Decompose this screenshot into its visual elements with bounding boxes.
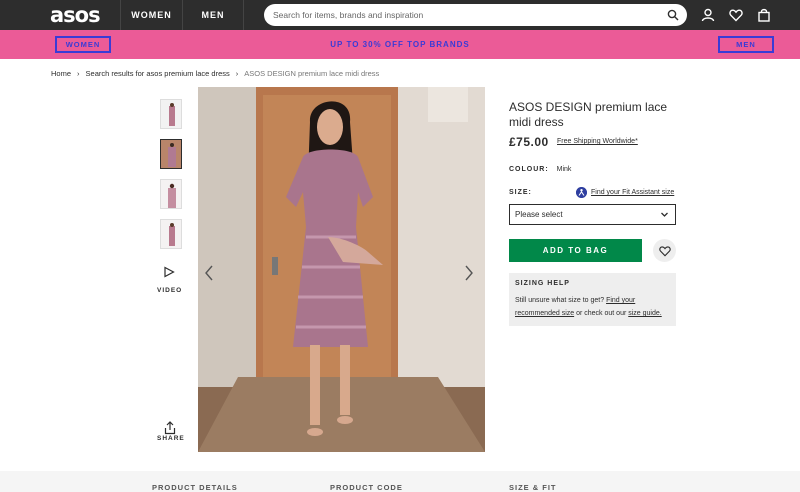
colour-value: Mink (556, 166, 572, 173)
thumbnail-4[interactable] (160, 219, 182, 249)
shipping-link[interactable]: Free Shipping Worldwide* (557, 138, 638, 145)
sizing-help-text: or check out our (576, 310, 627, 317)
breadcrumb-home[interactable]: Home (51, 69, 71, 78)
breadcrumb-current: ASOS DESIGN premium lace midi dress (244, 69, 380, 78)
top-nav: asos WOMEN MEN Search for items, brands … (0, 0, 800, 30)
sizing-help-title: SIZING HELP (515, 280, 570, 287)
next-image-arrow-icon[interactable] (464, 265, 474, 281)
promo-banner: WOMEN UP TO 30% OFF TOP BRANDS MEN (0, 30, 800, 59)
thumbnail-2[interactable] (160, 139, 182, 169)
sizing-help-body: Still unsure what size to get? Find your… (515, 294, 670, 320)
heart-icon (658, 245, 671, 257)
save-for-later-button[interactable] (653, 239, 676, 262)
size-select[interactable]: Please select (509, 204, 676, 225)
breadcrumb-separator: › (77, 69, 80, 78)
product-title: ASOS DESIGN premium lace midi dress (509, 100, 668, 129)
product-price: £75.00 (509, 135, 549, 149)
promo-men-button[interactable]: MEN (718, 36, 774, 53)
nav-tab-women[interactable]: WOMEN (120, 0, 182, 30)
breadcrumb-separator: › (235, 69, 239, 78)
asos-logo[interactable]: asos (0, 0, 120, 30)
account-icon[interactable] (701, 8, 715, 22)
colour-label: COLOUR: (509, 166, 549, 173)
search-placeholder: Search for items, brands and inspiration (273, 10, 424, 20)
heart-icon[interactable] (729, 8, 743, 22)
promo-text[interactable]: UP TO 30% OFF TOP BRANDS (0, 40, 800, 49)
fit-assistant-link[interactable]: Find your Fit Assistant size (591, 189, 674, 196)
share-label[interactable]: SHARE (157, 435, 185, 442)
prev-image-arrow-icon[interactable] (204, 265, 214, 281)
product-details-heading: PRODUCT DETAILS (152, 483, 238, 492)
size-select-value: Please select (515, 210, 563, 219)
share-icon[interactable] (164, 421, 176, 435)
recommended-size-link[interactable]: recommended size (515, 310, 574, 317)
thumbnail-3[interactable] (160, 179, 182, 209)
search-input[interactable]: Search for items, brands and inspiration (264, 4, 687, 26)
product-code-heading: PRODUCT CODE (330, 483, 403, 492)
nav-tab-men[interactable]: MEN (182, 0, 244, 30)
fit-assistant-icon[interactable] (576, 187, 587, 198)
size-fit-heading: SIZE & FIT (509, 483, 557, 492)
play-icon[interactable] (163, 266, 175, 278)
breadcrumb-search-results[interactable]: Search results for asos premium lace dre… (86, 69, 230, 78)
size-label: SIZE: (509, 189, 532, 196)
video-label[interactable]: VIDEO (157, 287, 182, 294)
colour-row: COLOUR: Mink (509, 166, 571, 173)
chevron-down-icon (661, 212, 668, 217)
bag-icon[interactable] (757, 8, 771, 22)
product-image (198, 87, 485, 452)
find-your-link[interactable]: Find your (606, 297, 635, 304)
sizing-help-text: Still unsure what size to get? (515, 297, 605, 304)
thumbnail-1[interactable] (160, 99, 182, 129)
breadcrumb: Home › Search results for asos premium l… (51, 69, 379, 78)
search-icon[interactable] (667, 9, 679, 21)
size-guide-link[interactable]: size guide. (628, 310, 661, 317)
sizing-help-box: SIZING HELP Still unsure what size to ge… (509, 273, 676, 326)
add-to-bag-button[interactable]: ADD TO BAG (509, 239, 642, 262)
